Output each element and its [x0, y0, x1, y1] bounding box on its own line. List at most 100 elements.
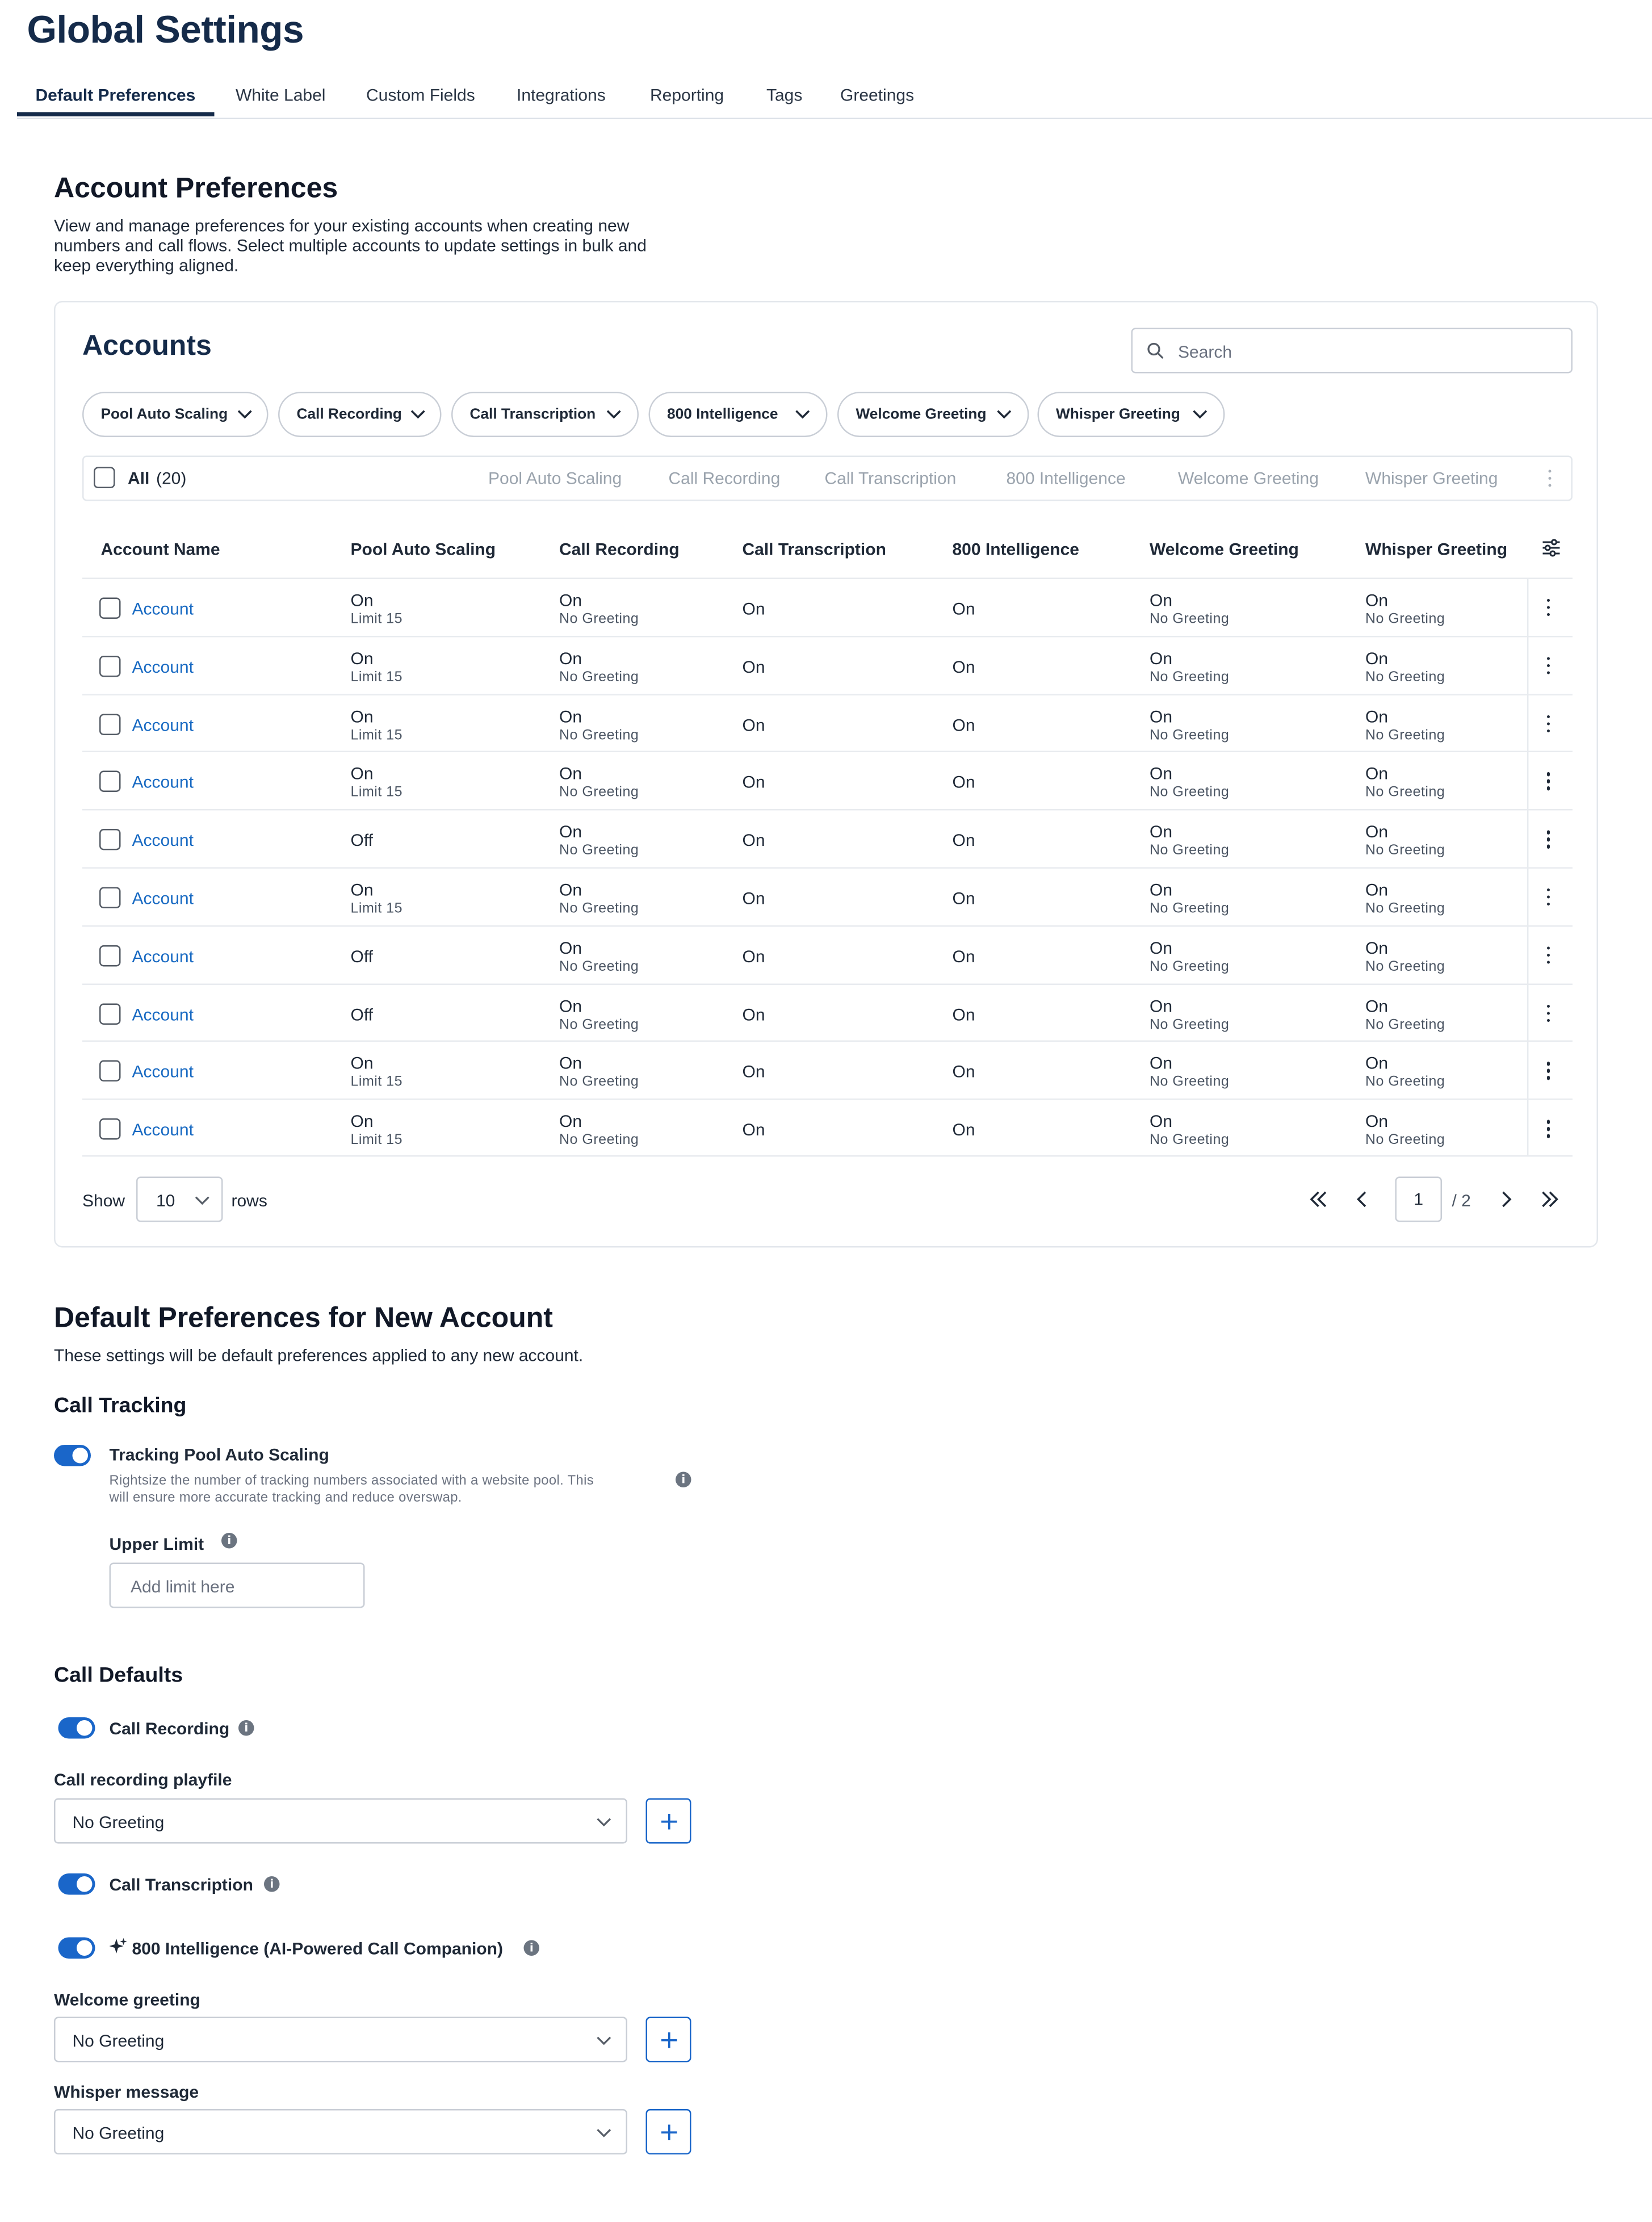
row-kebab-icon[interactable]: [1537, 944, 1560, 966]
bulk-welcome-greeting[interactable]: Welcome Greeting: [1178, 468, 1319, 488]
column-header-welcome-greeting[interactable]: Welcome Greeting: [1150, 539, 1299, 559]
cell-welcome: On No Greeting: [1150, 880, 1229, 917]
tab-white-label[interactable]: White Label: [217, 82, 344, 116]
cell-value: On: [1150, 706, 1173, 726]
search-input[interactable]: [1175, 338, 1564, 366]
tab-integrations[interactable]: Integrations: [498, 82, 624, 116]
column-header-call-transcription[interactable]: Call Transcription: [743, 539, 886, 559]
row-checkbox[interactable]: [99, 945, 121, 966]
column-header-account-name[interactable]: Account Name: [101, 539, 220, 559]
cell-subvalue: No Greeting: [1365, 1133, 1445, 1148]
filter-pool-auto-scaling[interactable]: Pool Auto Scaling: [82, 392, 269, 437]
call-transcription-toggle[interactable]: [58, 1873, 95, 1895]
last-page-icon[interactable]: [1536, 1185, 1564, 1214]
account-name-link[interactable]: Account: [132, 888, 194, 908]
add-playfile-button[interactable]: [645, 1798, 691, 1844]
welcome-greeting-select[interactable]: No Greeting: [54, 2016, 627, 2062]
row-checkbox[interactable]: [99, 713, 121, 735]
info-icon[interactable]: i: [264, 1876, 280, 1892]
bulk-call-recording[interactable]: Call Recording: [669, 468, 781, 488]
column-header-pool-auto-scaling[interactable]: Pool Auto Scaling: [351, 539, 496, 559]
chevron-down-icon: [795, 410, 810, 419]
column-header-call-recording[interactable]: Call Recording: [559, 539, 680, 559]
pool-auto-scaling-toggle[interactable]: [54, 1445, 91, 1466]
account-name-link[interactable]: Account: [132, 715, 194, 735]
row-kebab-icon[interactable]: [1537, 712, 1560, 735]
row-kebab-icon[interactable]: [1537, 1117, 1560, 1140]
tab-greetings[interactable]: Greetings: [822, 82, 933, 116]
bulk-whisper-greeting[interactable]: Whisper Greeting: [1365, 468, 1498, 488]
account-count: (20): [156, 468, 187, 488]
column-header-whisper-greeting[interactable]: Whisper Greeting: [1365, 539, 1507, 559]
row-checkbox[interactable]: [99, 771, 121, 793]
account-name-link[interactable]: Account: [132, 946, 194, 966]
tab-custom-fields[interactable]: Custom Fields: [348, 82, 494, 116]
cell-subvalue: No Greeting: [559, 1133, 639, 1148]
row-kebab-icon[interactable]: [1537, 828, 1560, 850]
info-icon[interactable]: i: [238, 1720, 254, 1736]
prev-page-icon[interactable]: [1348, 1185, 1377, 1214]
filter-whisper-greeting[interactable]: Whisper Greeting: [1037, 392, 1225, 437]
bulk-call-transcription[interactable]: Call Transcription: [825, 468, 957, 488]
account-name-link[interactable]: Account: [132, 773, 194, 793]
rows-per-page-select[interactable]: 10: [136, 1176, 223, 1222]
tab-reporting[interactable]: Reporting: [632, 82, 743, 116]
tab-tags[interactable]: Tags: [748, 82, 821, 116]
bulk-more-kebab-icon[interactable]: [1538, 467, 1561, 490]
playfile-select[interactable]: No Greeting: [54, 1798, 627, 1844]
sliders-icon[interactable]: [1541, 538, 1561, 558]
row-kebab-icon[interactable]: [1537, 770, 1560, 793]
info-icon[interactable]: i: [523, 1940, 539, 1956]
row-checkbox[interactable]: [99, 829, 121, 850]
account-name-link[interactable]: Account: [132, 1120, 194, 1140]
upper-limit-field[interactable]: [109, 1562, 365, 1608]
cell-value: On: [559, 648, 582, 668]
table-row: Account Off On No Greeting On On On No Greeting…: [82, 809, 1573, 867]
info-icon[interactable]: i: [221, 1533, 237, 1549]
cell-subvalue: No Greeting: [1365, 611, 1445, 628]
account-name-link[interactable]: Account: [132, 1004, 194, 1024]
search-box[interactable]: [1131, 328, 1573, 374]
row-kebab-icon[interactable]: [1537, 1059, 1560, 1082]
row-checkbox[interactable]: [99, 1003, 121, 1024]
info-icon[interactable]: i: [676, 1471, 691, 1487]
cell-value: On: [742, 1062, 765, 1082]
whisper-message-select[interactable]: No Greeting: [54, 2109, 627, 2154]
row-checkbox[interactable]: [99, 1060, 121, 1082]
row-kebab-icon[interactable]: [1537, 596, 1560, 619]
row-kebab-icon[interactable]: [1537, 886, 1560, 908]
filter-welcome-greeting[interactable]: Welcome Greeting: [837, 392, 1029, 437]
filter-800-intelligence[interactable]: 800 Intelligence: [648, 392, 828, 437]
call-recording-toggle[interactable]: [58, 1717, 95, 1739]
row-checkbox[interactable]: [99, 1118, 121, 1140]
bulk-800-intelligence[interactable]: 800 Intelligence: [1007, 468, 1126, 488]
800-intelligence-toggle[interactable]: [58, 1937, 95, 1959]
upper-limit-input[interactable]: [128, 1574, 346, 1600]
account-name-link[interactable]: Account: [132, 599, 194, 619]
row-kebab-icon[interactable]: [1537, 654, 1560, 677]
row-checkbox[interactable]: [99, 887, 121, 908]
column-header-800-intelligence[interactable]: 800 Intelligence: [953, 539, 1079, 559]
current-page-input[interactable]: 1: [1395, 1176, 1442, 1222]
first-page-icon[interactable]: [1305, 1185, 1333, 1214]
filter-call-transcription[interactable]: Call Transcription: [451, 392, 639, 437]
cell-pool: On Limit 15: [351, 880, 403, 917]
cell-value: On: [742, 888, 765, 908]
add-whisper-message-button[interactable]: [645, 2109, 691, 2154]
account-name-link[interactable]: Account: [132, 831, 194, 850]
tab-default-preferences[interactable]: Default Preferences: [17, 82, 214, 116]
row-checkbox[interactable]: [99, 655, 121, 677]
welcome-greeting-label: Welcome greeting: [54, 1990, 200, 2010]
account-name-link[interactable]: Account: [132, 657, 194, 677]
cell-value: On: [350, 706, 374, 726]
select-all-checkbox[interactable]: [94, 467, 115, 488]
next-page-icon[interactable]: [1492, 1185, 1520, 1214]
row-kebab-icon[interactable]: [1537, 1001, 1560, 1024]
account-name-link[interactable]: Account: [132, 1062, 194, 1082]
add-welcome-greeting-button[interactable]: [645, 2016, 691, 2062]
row-checkbox[interactable]: [99, 597, 121, 619]
chevron-down-icon: [597, 2036, 611, 2045]
cell-value: On: [1365, 590, 1389, 610]
filter-call-recording[interactable]: Call Recording: [278, 392, 442, 437]
bulk-pool-auto-scaling[interactable]: Pool Auto Scaling: [488, 468, 622, 488]
